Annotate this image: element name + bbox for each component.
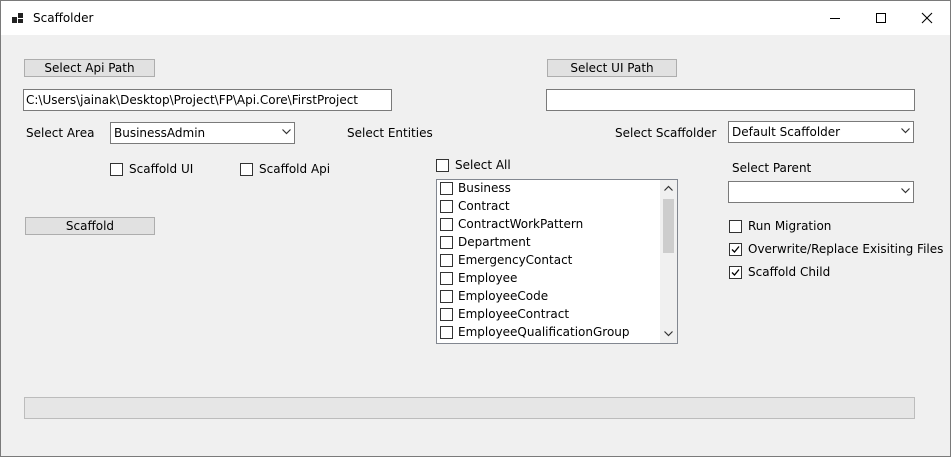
- entity-checkbox[interactable]: [440, 326, 453, 339]
- list-item[interactable]: EmployeeContract: [439, 306, 659, 324]
- ui-path-input[interactable]: [546, 89, 915, 111]
- chevron-down-icon: [282, 129, 291, 135]
- entity-label: EmergencyContact: [458, 253, 573, 267]
- scroll-down-icon[interactable]: [664, 331, 673, 337]
- scroll-thumb[interactable]: [663, 199, 674, 253]
- check-icon: [731, 269, 740, 276]
- entity-checkbox[interactable]: [440, 308, 453, 321]
- select-ui-path-button[interactable]: Select UI Path: [547, 59, 677, 77]
- close-icon: [921, 12, 933, 24]
- api-path-input[interactable]: C:\Users\jainak\Desktop\Project\FP\Api.C…: [23, 89, 392, 111]
- select-all-label[interactable]: Select All: [455, 158, 511, 172]
- scaffold-child-checkbox[interactable]: [729, 266, 742, 279]
- select-parent-label: Select Parent: [732, 161, 812, 175]
- chevron-down-icon: [901, 128, 910, 134]
- list-item[interactable]: Contract: [439, 198, 659, 216]
- entity-label: ContractWorkPattern: [458, 217, 584, 231]
- list-item[interactable]: EmployeeCode: [439, 288, 659, 306]
- entity-checkbox[interactable]: [440, 236, 453, 249]
- parent-combo[interactable]: [728, 181, 914, 203]
- scaffold-api-label[interactable]: Scaffold Api: [259, 162, 330, 176]
- entity-checkbox[interactable]: [440, 254, 453, 267]
- select-entities-label: Select Entities: [347, 126, 433, 140]
- minimize-icon: [830, 18, 840, 19]
- entity-label: EmployeeCode: [458, 289, 549, 303]
- list-item[interactable]: EmployeeQualificationGroup: [439, 324, 659, 342]
- list-item[interactable]: Department: [439, 234, 659, 252]
- scaffold-button[interactable]: Scaffold: [25, 217, 155, 235]
- list-item[interactable]: ContractWorkPattern: [439, 216, 659, 234]
- progress-bar: [24, 397, 915, 419]
- close-button[interactable]: [904, 1, 950, 35]
- scroll-up-icon[interactable]: [664, 185, 673, 191]
- entities-list[interactable]: Business Contract ContractWorkPattern De…: [436, 179, 678, 344]
- list-scrollbar[interactable]: [660, 180, 677, 343]
- entity-checkbox[interactable]: [440, 272, 453, 285]
- select-scaffolder-label: Select Scaffolder: [615, 126, 717, 140]
- title-bar[interactable]: Scaffolder: [1, 1, 950, 35]
- entity-label: EmployeeContract: [458, 307, 570, 321]
- list-item[interactable]: EmergencyContact: [439, 252, 659, 270]
- scaffolder-combo-value: Default Scaffolder: [732, 125, 841, 139]
- app-icon: [12, 12, 24, 24]
- select-area-label: Select Area: [26, 126, 95, 140]
- entity-label: Employee: [458, 271, 518, 285]
- scaffold-ui-checkbox[interactable]: [110, 163, 123, 176]
- scaffold-api-checkbox[interactable]: [240, 163, 253, 176]
- run-migration-checkbox[interactable]: [729, 220, 742, 233]
- area-combo[interactable]: BusinessAdmin: [110, 122, 295, 144]
- chevron-down-icon: [901, 188, 910, 194]
- check-icon: [731, 246, 740, 253]
- scaffolder-window: Scaffolder Select Api Path Select UI Pat…: [0, 0, 951, 457]
- entity-checkbox[interactable]: [440, 218, 453, 231]
- maximize-icon: [876, 13, 886, 23]
- entity-checkbox[interactable]: [440, 182, 453, 195]
- minimize-button[interactable]: [812, 1, 858, 35]
- entity-label: Department: [458, 235, 531, 249]
- overwrite-label[interactable]: Overwrite/Replace Exisiting Files: [748, 242, 943, 256]
- entity-label: Business: [458, 181, 511, 195]
- list-item[interactable]: Employee: [439, 270, 659, 288]
- run-migration-label[interactable]: Run Migration: [748, 219, 831, 233]
- overwrite-checkbox[interactable]: [729, 243, 742, 256]
- area-combo-value: BusinessAdmin: [114, 126, 206, 140]
- entity-label: EmployeeQualificationGroup: [458, 325, 630, 339]
- window-title: Scaffolder: [33, 11, 94, 25]
- entity-label: Contract: [458, 199, 510, 213]
- list-item[interactable]: Business: [439, 180, 659, 198]
- scaffold-ui-label[interactable]: Scaffold UI: [129, 162, 193, 176]
- select-api-path-button[interactable]: Select Api Path: [24, 59, 155, 77]
- scaffold-child-label[interactable]: Scaffold Child: [748, 265, 830, 279]
- scaffolder-combo[interactable]: Default Scaffolder: [728, 121, 914, 143]
- entity-checkbox[interactable]: [440, 200, 453, 213]
- entity-checkbox[interactable]: [440, 290, 453, 303]
- maximize-button[interactable]: [858, 1, 904, 35]
- select-all-checkbox[interactable]: [436, 159, 449, 172]
